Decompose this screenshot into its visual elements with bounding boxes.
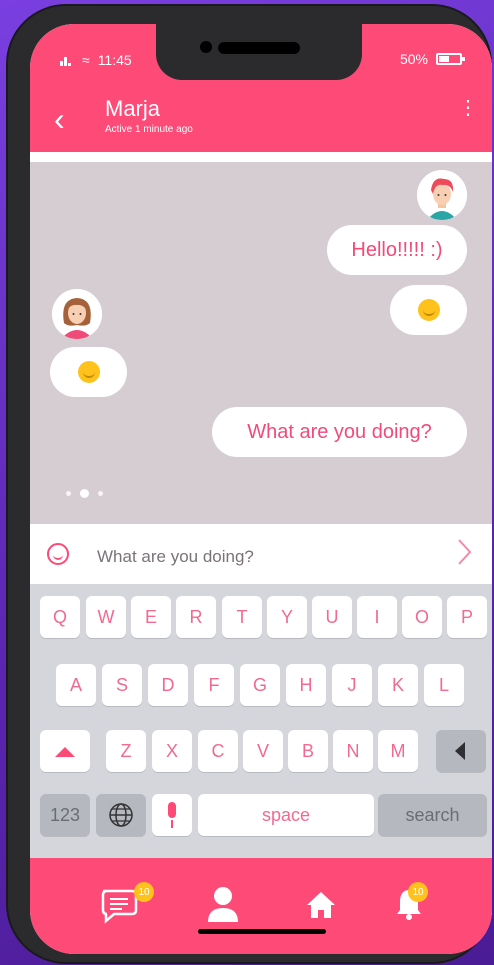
person-icon xyxy=(208,887,238,922)
key-e[interactable]: E xyxy=(131,596,171,638)
nav-messages[interactable]: 10 xyxy=(100,882,154,928)
chat-header: ‹ Marja Active 1 minute ago ⋮ xyxy=(30,96,492,152)
battery-percent: 50% xyxy=(399,51,428,67)
smile-emoji-icon xyxy=(417,299,440,321)
key-b[interactable]: B xyxy=(288,730,328,772)
emoji-picker-icon[interactable] xyxy=(47,543,69,565)
key-q[interactable]: Q xyxy=(40,596,80,638)
wifi-icon: ≈ xyxy=(82,52,90,68)
status-bar: ≈ 11:45 50% xyxy=(30,24,492,102)
microphone-icon xyxy=(168,802,176,828)
key-i[interactable]: I xyxy=(357,596,397,638)
home-icon xyxy=(307,892,335,918)
message-text: What are you doing? xyxy=(247,420,432,443)
key-t[interactable]: T xyxy=(222,596,262,638)
bottom-nav: 10 10 xyxy=(30,858,492,954)
home-indicator xyxy=(198,929,326,934)
more-options-icon[interactable]: ⋮ xyxy=(458,98,478,118)
page-dot xyxy=(98,491,103,496)
speaker-grille xyxy=(218,42,300,54)
message-bubble[interactable] xyxy=(50,347,127,397)
message-bubble[interactable]: What are you doing? xyxy=(212,407,467,457)
key-a[interactable]: A xyxy=(56,664,96,706)
chat-area[interactable]: Hello!!!!! :) What are you doing? xyxy=(30,162,492,524)
signal-icon xyxy=(60,54,74,66)
key-r[interactable]: R xyxy=(176,596,216,638)
key-v[interactable]: V xyxy=(243,730,283,772)
globe-icon xyxy=(109,803,133,827)
page-dot-active xyxy=(80,489,89,498)
key-o[interactable]: O xyxy=(402,596,442,638)
camera-icon xyxy=(200,41,212,53)
backspace-icon xyxy=(455,742,465,760)
page-dot xyxy=(66,491,71,496)
key-n[interactable]: N xyxy=(333,730,373,772)
battery-icon xyxy=(436,53,465,65)
page-indicator xyxy=(66,489,103,498)
key-y[interactable]: Y xyxy=(267,596,307,638)
key-g[interactable]: G xyxy=(240,664,280,706)
backspace-key[interactable] xyxy=(436,730,486,772)
nav-home[interactable] xyxy=(306,890,336,930)
key-m[interactable]: M xyxy=(378,730,418,772)
message-input[interactable] xyxy=(95,543,429,571)
key-u[interactable]: U xyxy=(312,596,352,638)
numbers-key[interactable]: 123 xyxy=(40,794,90,836)
messages-badge: 10 xyxy=(134,882,154,902)
notifications-badge: 10 xyxy=(408,882,428,902)
key-k[interactable]: K xyxy=(378,664,418,706)
key-f[interactable]: F xyxy=(194,664,234,706)
phone-screen: ≈ 11:45 50% ‹ Marja Active 1 minute ago … xyxy=(30,24,492,954)
phone-notch xyxy=(156,24,362,80)
key-l[interactable]: L xyxy=(424,664,464,706)
nav-profile[interactable] xyxy=(206,886,240,926)
search-key[interactable]: search xyxy=(378,794,487,836)
key-s[interactable]: S xyxy=(102,664,142,706)
message-input-bar xyxy=(30,524,492,584)
key-d[interactable]: D xyxy=(148,664,188,706)
key-z[interactable]: Z xyxy=(106,730,146,772)
microphone-key[interactable] xyxy=(152,794,192,836)
keyboard: Q W E R T Y U I O P A S D F G H J K L Z … xyxy=(30,584,492,858)
key-p[interactable]: P xyxy=(447,596,487,638)
shift-key[interactable] xyxy=(40,730,90,772)
status-time: 11:45 xyxy=(97,52,132,68)
key-w[interactable]: W xyxy=(86,596,126,638)
shift-arrow-icon xyxy=(55,747,75,757)
key-x[interactable]: X xyxy=(152,730,192,772)
nav-notifications[interactable]: 10 xyxy=(396,882,428,926)
key-c[interactable]: C xyxy=(198,730,238,772)
key-j[interactable]: J xyxy=(332,664,372,706)
back-chevron-icon[interactable]: ‹ xyxy=(54,102,74,142)
send-chevron-icon[interactable] xyxy=(454,537,474,567)
message-bubble[interactable] xyxy=(390,285,467,335)
message-text: Hello!!!!! :) xyxy=(351,238,443,261)
smile-emoji-icon xyxy=(77,361,100,383)
space-key[interactable]: space xyxy=(198,794,374,836)
contact-status: Active 1 minute ago xyxy=(105,124,193,135)
my-avatar xyxy=(417,170,467,220)
contact-name: Marja xyxy=(105,96,161,121)
globe-key[interactable] xyxy=(96,794,146,836)
phone-frame: ≈ 11:45 50% ‹ Marja Active 1 minute ago … xyxy=(8,6,492,962)
contact-avatar xyxy=(52,289,102,339)
chat-bubble-icon xyxy=(101,889,138,924)
message-bubble[interactable]: Hello!!!!! :) xyxy=(327,225,467,275)
key-h[interactable]: H xyxy=(286,664,326,706)
